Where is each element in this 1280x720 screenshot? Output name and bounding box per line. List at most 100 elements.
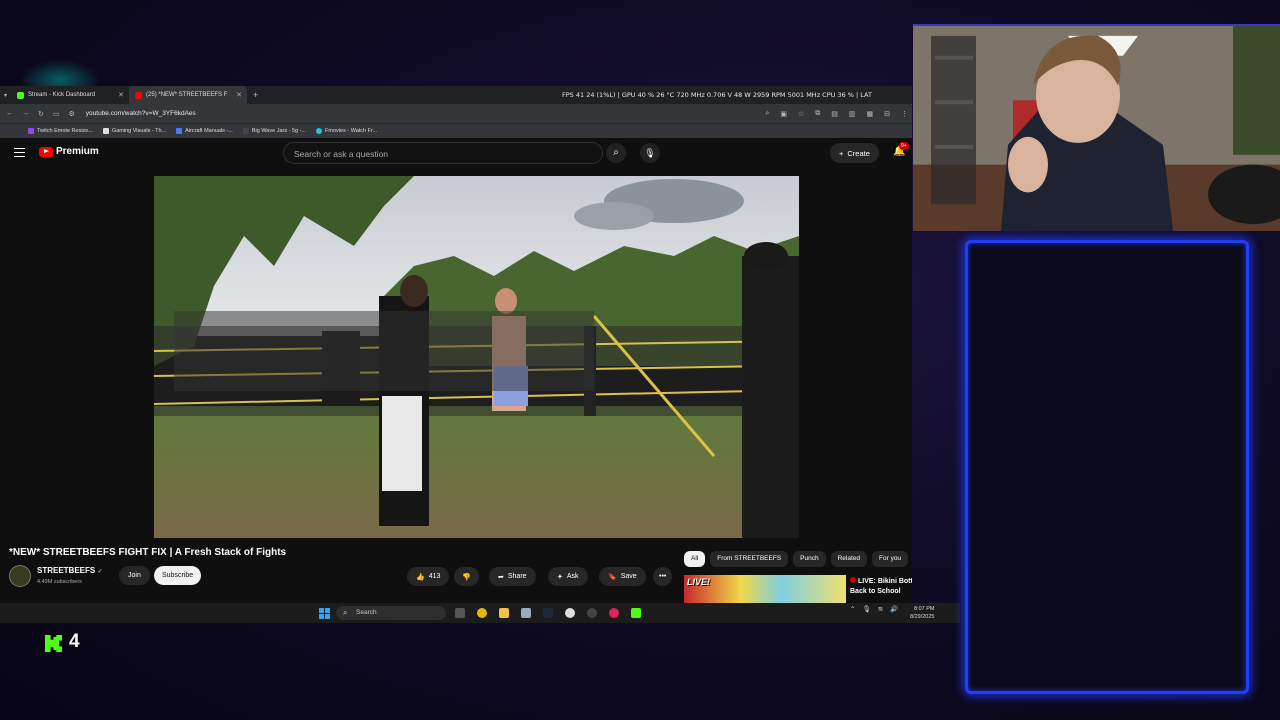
tab-youtube[interactable]: (25) *NEW* STREETBEEFS F ✕ (129, 86, 248, 104)
save-button[interactable]: 🔖 Save (599, 567, 646, 586)
channel-avatar[interactable] (9, 565, 31, 587)
tab-label: (25) *NEW* STREETBEEFS F (146, 92, 228, 98)
address-bar: ← → ↻ ▭ ⚙ youtube.com/watch?v=W_3YF6kdAe… (0, 104, 912, 123)
chip-related[interactable]: Related (830, 551, 868, 567)
dislike-button[interactable]: 👎 (454, 567, 479, 586)
url-field[interactable]: youtube.com/watch?v=W_3YF6kdAes (86, 110, 196, 117)
volume-icon[interactable]: 🔊 (890, 605, 898, 613)
extension-b-icon[interactable]: ▥ (849, 110, 856, 118)
obs-icon[interactable] (587, 608, 597, 618)
chip-from-channel[interactable]: From STREETBEEFS (710, 551, 789, 567)
extensions-icon[interactable]: ⧉ (815, 110, 820, 118)
forward-icon[interactable]: → (22, 110, 29, 117)
search-input[interactable]: Search or ask a question (283, 142, 603, 164)
plus-icon: + (839, 148, 844, 158)
task-view-icon[interactable] (455, 608, 465, 618)
notification-count-badge: 9+ (899, 142, 909, 150)
search-icon[interactable]: ⌕ (606, 143, 626, 163)
wifi-icon[interactable]: ≋ (878, 605, 883, 613)
bookmark-favicon-icon (242, 128, 249, 134)
bookmark-item[interactable]: Gaming Visuals - Th... (102, 128, 166, 134)
share-label: Share (507, 573, 527, 580)
video-title: *NEW* STREETBEEFS FIGHT FIX | A Fresh St… (9, 547, 287, 558)
sparkle-icon: ✦ (557, 573, 563, 581)
reload-icon[interactable]: ↻ (38, 110, 44, 118)
chat-overlay-box (965, 240, 1249, 694)
tray-chevron-icon[interactable]: ⌃ (850, 605, 855, 613)
bookmark-item[interactable]: Aircraft Manuals -... (176, 128, 233, 134)
system-tray: ⌃ 🎙 ≋ 🔊 (850, 605, 898, 613)
youtube-logo[interactable]: Premium (39, 146, 99, 157)
share-icon: ➦ (498, 573, 504, 581)
steam-icon[interactable] (543, 608, 553, 618)
thumbs-down-icon: 👎 (462, 573, 471, 581)
sidebar-icon[interactable]: ▭ (53, 110, 60, 118)
close-tab-icon[interactable]: ✕ (236, 91, 242, 99)
bookmark-favicon-icon (176, 128, 183, 134)
zoom-icon[interactable]: ⌕ (765, 110, 769, 118)
verified-icon: ✓ (97, 569, 103, 575)
kick-favicon-icon (17, 91, 25, 99)
subscribe-button[interactable]: Subscribe (154, 566, 202, 585)
live-dot-icon (850, 577, 856, 583)
viewer-count: 4 (69, 631, 80, 652)
create-label: Create (847, 148, 870, 158)
subscriber-count: 4.49M subscribers (37, 579, 82, 585)
youtube-header: Premium Search or ask a question ⌕ 🎙 + C… (0, 138, 912, 168)
microphone-icon[interactable]: 🎙 (640, 143, 660, 163)
bookmark-favicon-icon (28, 128, 34, 134)
windows-start-icon[interactable] (319, 608, 330, 619)
video-player[interactable] (154, 176, 799, 538)
media-player-icon[interactable] (565, 608, 575, 618)
menu-icon[interactable]: ⋮ (901, 110, 908, 118)
kick-app-icon[interactable] (631, 608, 641, 618)
live-badge: LIVE! (687, 577, 711, 587)
performance-overlay: FPS 41 24 (1%L) | GPU 40 % 26 °C 720 MHz… (562, 91, 872, 99)
create-button[interactable]: + Create (830, 143, 879, 163)
recommended-title[interactable]: LIVE: Bikini Bottom Back to School (850, 577, 912, 597)
extension-a-icon[interactable]: ▤ (831, 110, 838, 118)
taskbar-search[interactable]: Search (336, 606, 446, 620)
new-tab-icon[interactable]: + (253, 90, 258, 100)
join-button[interactable]: Join (119, 566, 150, 585)
ask-button[interactable]: ✦ Ask (548, 567, 588, 586)
brand-label: Premium (56, 146, 99, 157)
channel-name[interactable]: STREETBEEFS ✓ (37, 566, 103, 575)
cast-icon[interactable]: ▣ (780, 110, 787, 118)
windows-taskbar: Search ⌃ 🎙 ≋ 🔊 8:07 PM 8/29/2025 (0, 603, 960, 623)
app-red-icon[interactable] (609, 608, 619, 618)
site-info-icon[interactable]: ⚙ (69, 110, 75, 118)
clock-time: 8:07 PM (913, 606, 935, 612)
chip-all[interactable]: All (684, 551, 706, 567)
notifications-bell-icon[interactable]: 🔔 9+ (893, 142, 909, 157)
chip-punch[interactable]: Punch (793, 551, 826, 567)
like-button[interactable]: 👍 413 (407, 567, 450, 586)
tab-search-icon[interactable]: ▾ (4, 92, 7, 99)
bookmark-item[interactable]: Twitch Emote Resize... (28, 128, 93, 134)
app-icon[interactable] (521, 608, 531, 618)
youtube-favicon-icon (135, 91, 143, 99)
bookmark-icon: 🔖 (608, 573, 617, 581)
share-button[interactable]: ➦ Share (489, 567, 536, 586)
bookmark-item[interactable]: Big Wave Jars - 5g -... (242, 128, 306, 134)
youtube-play-icon (39, 146, 53, 157)
kick-logo-icon (44, 634, 63, 653)
clock[interactable]: 8:07 PM 8/29/2025 (910, 605, 934, 621)
bookmark-item[interactable]: Fmovies - Watch Fr... (316, 128, 377, 134)
extension-c-icon[interactable]: ▦ (867, 110, 874, 118)
tab-kick-dashboard[interactable]: Stream - Kick Dashboard ✕ (11, 86, 129, 104)
hamburger-menu-icon[interactable] (14, 148, 25, 157)
close-tab-icon[interactable]: ✕ (118, 91, 124, 99)
browser-window: ▾ Stream - Kick Dashboard ✕ (25) *NEW* S… (0, 86, 912, 622)
toolbar-icons: ⌕ ▣ ☆ ⧉ ▤ ▥ ▦ ⊟ ⋮ (765, 104, 908, 123)
extension-d-icon[interactable]: ⊟ (884, 110, 890, 118)
file-explorer-icon[interactable] (499, 608, 509, 618)
mic-tray-icon[interactable]: 🎙 (862, 605, 870, 613)
chip-for-you[interactable]: For you (872, 551, 909, 567)
like-count: 413 (428, 573, 441, 580)
more-actions-icon[interactable]: ••• (653, 567, 673, 586)
back-icon[interactable]: ← (6, 110, 13, 117)
video-frame (154, 176, 799, 538)
chrome-icon[interactable] (477, 608, 487, 618)
bookmark-star-icon[interactable]: ☆ (798, 110, 804, 118)
